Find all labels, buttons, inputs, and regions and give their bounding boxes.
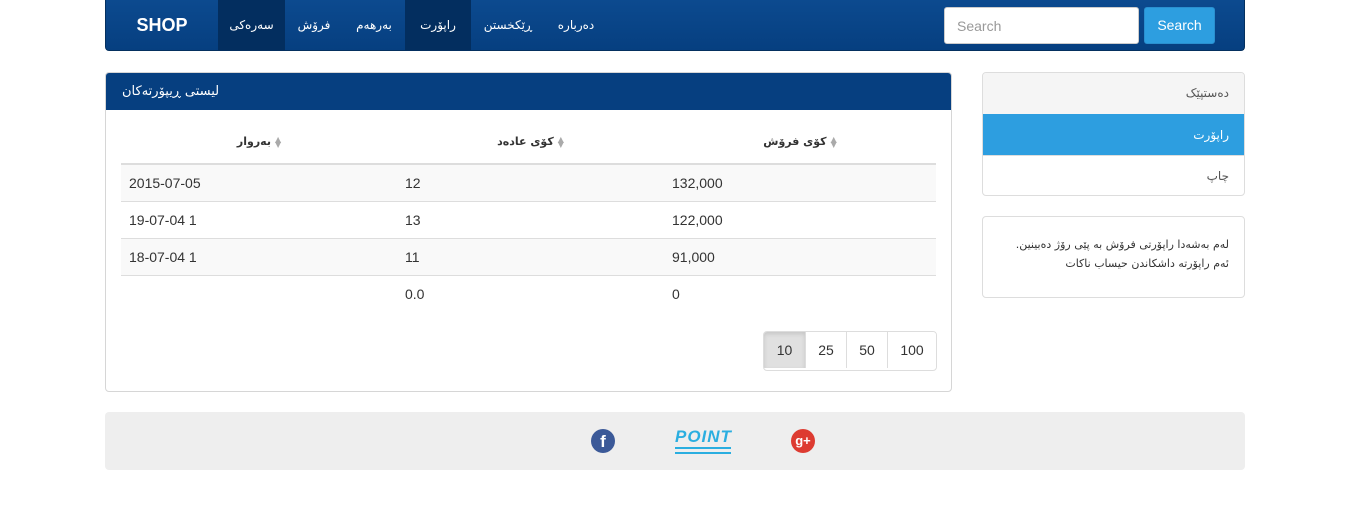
sidebar-item-start[interactable]: دەستپێک [983,73,1244,114]
page-size-25-button[interactable]: 25 [805,332,846,368]
table-row-total: 0.0 0 [121,275,936,312]
page-size-10-button[interactable]: 10 [764,332,805,368]
logo-lines [675,447,731,454]
cell-count: 0.0 [397,275,664,312]
cell-date: 2015-07-05 [121,163,397,202]
table-row: 19-07-04 1 13 122,000 [121,201,936,239]
sidebar-menu: دەستپێک راپۆرت چاپ [982,72,1245,196]
footer: f POINT g+ [105,412,1245,470]
nav-item-sales[interactable]: فرۆش [285,0,343,51]
facebook-icon[interactable]: f [591,429,615,453]
cell-count: 12 [397,163,664,202]
top-navbar: SHOP سەرەکی فرۆش بەرهەم راپۆرت ڕێکخستن د… [105,0,1245,51]
cell-total: 122,000 [664,201,936,239]
cell-date [121,275,397,312]
page-size-100-button[interactable]: 100 [887,332,936,368]
reports-table: بەروار ▲ ▼ کۆی عادەد ▲ ▼ کۆی فرۆش ▲ ▼ 2015-07-… [121,119,936,312]
reports-panel: لیستی ڕیپۆرتەکان بەروار ▲ ▼ کۆی عادەد ▲ ▼ کۆ… [105,72,952,392]
google-plus-icon[interactable]: g+ [791,429,815,453]
column-header-total-sales[interactable]: کۆی فرۆش ▲ ▼ [664,119,936,165]
table-row: 2015-07-05 12 132,000 [121,163,936,202]
search-input[interactable] [944,7,1139,44]
nav-item-settings[interactable]: ڕێکخستن [471,0,545,51]
cell-date: 18-07-04 1 [121,238,397,276]
cell-total: 0 [664,275,936,312]
page-size-selector: 10 25 50 100 [763,331,937,371]
sort-icon: ▲ ▼ [830,134,837,149]
point-logo[interactable]: POINT [675,428,731,454]
nav-item-reports[interactable]: راپۆرت [405,0,471,51]
panel-header: لیستی ڕیپۆرتەکان [106,73,951,110]
cell-total: 132,000 [664,163,936,202]
search-button[interactable]: Search [1144,7,1215,44]
logo-text: POINT [675,427,732,446]
nav-item-products[interactable]: بەرهەم [343,0,405,51]
page-size-50-button[interactable]: 50 [846,332,887,368]
sort-icon: ▲ ▼ [274,134,282,149]
column-header-count[interactable]: کۆی عادەد ▲ ▼ [397,119,664,165]
sidebar-item-print[interactable]: چاپ [983,155,1244,195]
nav-item-home[interactable]: سەرەکی [218,0,285,51]
brand-logo[interactable]: SHOP [106,0,218,51]
table-row: 18-07-04 1 11 91,000 [121,238,936,276]
info-box: لەم بەشەدا راپۆرتی فرۆش بە پێی رۆژ دەبین… [982,216,1245,298]
cell-count: 11 [397,238,664,276]
panel-title: لیستی ڕیپۆرتەکان [122,84,220,99]
column-header-date[interactable]: بەروار ▲ ▼ [121,119,397,165]
cell-count: 13 [397,201,664,239]
sidebar-item-report[interactable]: راپۆرت [983,114,1244,155]
cell-total: 91,000 [664,238,936,276]
info-line: لەم بەشەدا راپۆرتی فرۆش بە پێی رۆژ دەبین… [1015,238,1229,251]
nav-item-about[interactable]: دەربارە [545,0,607,51]
cell-date: 19-07-04 1 [121,201,397,239]
sort-icon: ▲ ▼ [557,134,564,149]
info-line: ئەم راپۆرتە داشکاندن حیساب ناکات [1065,257,1229,270]
